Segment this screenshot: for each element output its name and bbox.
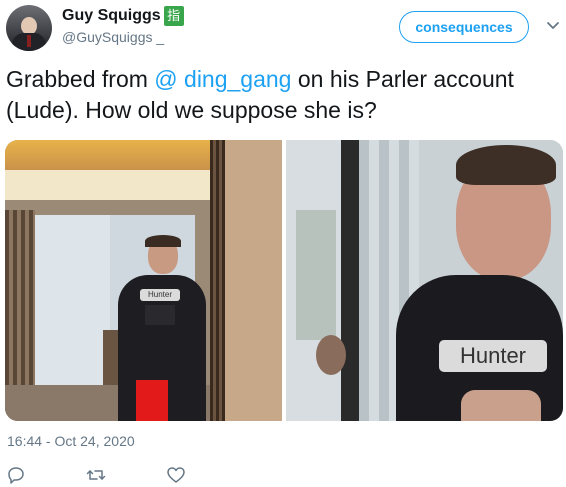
avatar[interactable] [6,5,52,51]
photo-left[interactable]: Hunter [5,140,282,421]
like-icon[interactable] [166,465,186,485]
display-name[interactable]: Guy Squiggs [62,6,161,26]
tweet-actions [0,462,566,487]
timestamp[interactable]: 16:44 - Oct 24, 2020 [7,433,135,449]
mention-link[interactable]: @ ding_gang [154,66,291,92]
user-tag-label[interactable]: Hunter [140,289,180,301]
handle[interactable]: @GuySquiggs _ [62,29,184,45]
chevron-down-icon[interactable] [545,18,561,34]
retweet-icon[interactable] [86,465,106,485]
badge-icon: 指 [163,6,184,26]
user-tag-label[interactable]: Hunter [439,340,547,372]
tweet-header: Guy Squiggs 指 @GuySquiggs _ consequences [0,0,566,60]
photo-right[interactable]: Hunter [286,140,563,421]
tweet-media[interactable]: Hunter Hunter [5,140,563,421]
reply-icon[interactable] [6,465,26,485]
follow-button[interactable]: consequences [399,11,529,43]
tweet-text-start: Grabbed from [6,66,155,92]
author-names: Guy Squiggs 指 @GuySquiggs _ [62,6,184,45]
tweet-text: Grabbed from @ ding_gang on his Parler a… [6,64,562,126]
